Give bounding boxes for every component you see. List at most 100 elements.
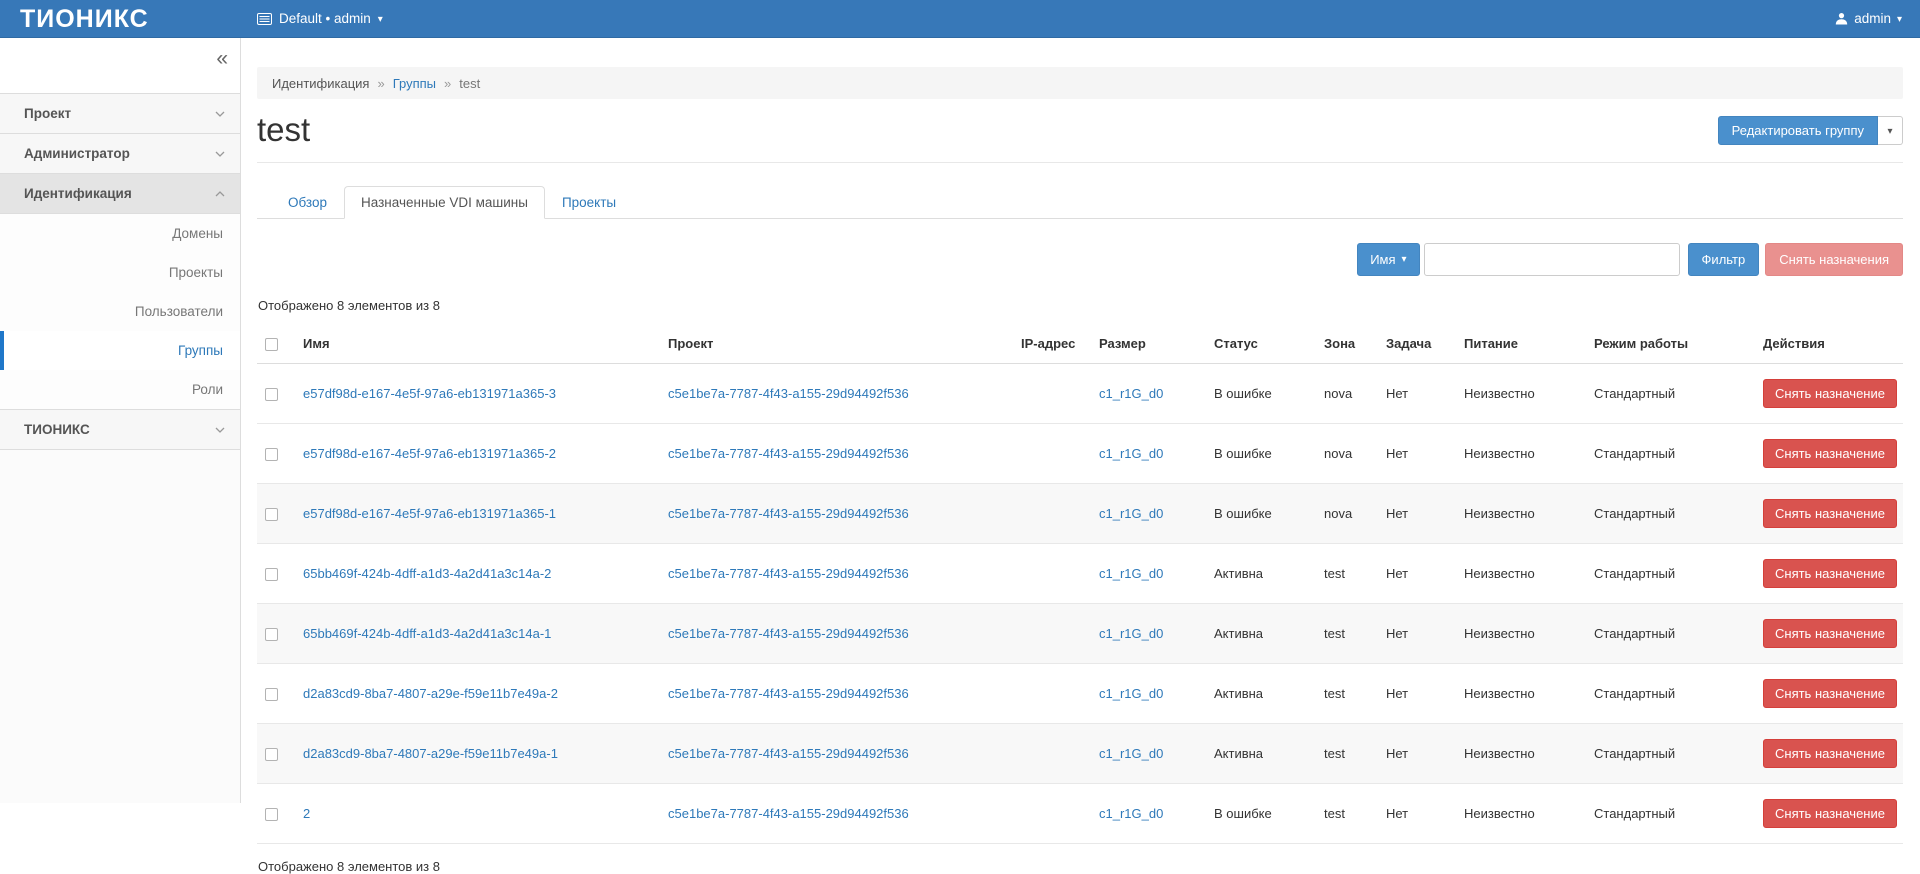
vm-name-link[interactable]: e57df98d-e167-4e5f-97a6-eb131971a365-1 — [303, 506, 556, 521]
size-link[interactable]: c1_r1G_d0 — [1099, 506, 1163, 521]
sidebar-item-domains[interactable]: Домены — [0, 214, 240, 253]
breadcrumb-item[interactable]: Группы — [393, 76, 436, 91]
sidebar-section-project[interactable]: Проект — [0, 94, 240, 134]
sidebar-item-groups[interactable]: Группы — [0, 331, 240, 370]
task-cell: Нет — [1378, 423, 1456, 483]
sidebar-nav: Проект АдминистраторИдентификацияДоменыПр… — [0, 94, 240, 450]
sidebar-item-roles[interactable]: Роли — [0, 370, 240, 409]
table-row: 65bb469f-424b-4dff-a1d3-4a2d41a3c14a-1 c5… — [257, 603, 1903, 663]
zone-cell: test — [1316, 663, 1378, 723]
vm-name-link[interactable]: d2a83cd9-8ba7-4807-a29e-f59e11b7e49a-1 — [303, 746, 558, 761]
filter-input[interactable] — [1424, 243, 1680, 276]
mode-cell: Стандартный — [1586, 723, 1755, 783]
sidebar-section-admin[interactable]: Администратор — [0, 134, 240, 174]
vm-name-link[interactable]: e57df98d-e167-4e5f-97a6-eb131971a365-3 — [303, 386, 556, 401]
project-link[interactable]: c5e1be7a-7787-4f43-a155-29d94492f536 — [668, 446, 909, 461]
unassign-button[interactable]: Снять назначение — [1763, 739, 1897, 768]
table-header-row: Имя Проект IP-адрес Размер Статус Зона З… — [257, 323, 1903, 364]
unassign-button[interactable]: Снять назначение — [1763, 379, 1897, 408]
size-link[interactable]: c1_r1G_d0 — [1099, 746, 1163, 761]
filter-field-dropdown[interactable]: Имя ▾ — [1357, 243, 1419, 276]
project-link[interactable]: c5e1be7a-7787-4f43-a155-29d94492f536 — [668, 506, 909, 521]
zone-cell: nova — [1316, 423, 1378, 483]
sidebar-item-projects[interactable]: Проекты — [0, 253, 240, 292]
unassign-button[interactable]: Снять назначение — [1763, 799, 1897, 828]
size-link[interactable]: c1_r1G_d0 — [1099, 386, 1163, 401]
chevron-down-icon: ▾ — [1887, 127, 1892, 137]
project-link[interactable]: c5e1be7a-7787-4f43-a155-29d94492f536 — [668, 806, 909, 821]
tab-vdi[interactable]: Назначенные VDI машины — [344, 186, 545, 219]
edit-group-button-group: Редактировать группу ▾ — [1718, 116, 1903, 145]
top-bar: ТИОНИКС Default • admin ▾ admin ▾ — [0, 0, 1920, 38]
chevron-down-icon: ▾ — [378, 15, 383, 25]
vm-name-link[interactable]: 65bb469f-424b-4dff-a1d3-4a2d41a3c14a-2 — [303, 566, 551, 581]
context-switcher[interactable]: Default • admin ▾ — [257, 11, 383, 26]
row-checkbox[interactable] — [265, 628, 278, 641]
vm-name-link[interactable]: e57df98d-e167-4e5f-97a6-eb131971a365-2 — [303, 446, 556, 461]
project-link[interactable]: c5e1be7a-7787-4f43-a155-29d94492f536 — [668, 686, 909, 701]
breadcrumb: Идентификация»Группы»test — [257, 67, 1903, 99]
user-label: admin — [1854, 11, 1891, 26]
filter-button[interactable]: Фильтр — [1688, 243, 1760, 276]
task-cell: Нет — [1378, 483, 1456, 543]
column-header-power: Питание — [1456, 323, 1586, 364]
row-checkbox[interactable] — [265, 688, 278, 701]
sidebar-section-identity[interactable]: Идентификация — [0, 174, 240, 214]
edit-group-button[interactable]: Редактировать группу — [1718, 116, 1878, 145]
vm-name-link[interactable]: 65bb469f-424b-4dff-a1d3-4a2d41a3c14a-1 — [303, 626, 551, 641]
unassign-button[interactable]: Снять назначение — [1763, 439, 1897, 468]
tab-overview[interactable]: Обзор — [271, 186, 344, 219]
sidebar-collapse-row: « — [0, 38, 240, 94]
mode-cell: Стандартный — [1586, 483, 1755, 543]
table-row: 2 c5e1be7a-7787-4f43-a155-29d94492f536 c1_… — [257, 783, 1903, 843]
vm-name-link[interactable]: d2a83cd9-8ba7-4807-a29e-f59e11b7e49a-2 — [303, 686, 558, 701]
size-link[interactable]: c1_r1G_d0 — [1099, 566, 1163, 581]
row-checkbox[interactable] — [265, 508, 278, 521]
project-link[interactable]: c5e1be7a-7787-4f43-a155-29d94492f536 — [668, 746, 909, 761]
row-checkbox[interactable] — [265, 808, 278, 821]
power-cell: Неизвестно — [1456, 663, 1586, 723]
project-link[interactable]: c5e1be7a-7787-4f43-a155-29d94492f536 — [668, 626, 909, 641]
size-link[interactable]: c1_r1G_d0 — [1099, 806, 1163, 821]
unassign-button[interactable]: Снять назначение — [1763, 559, 1897, 588]
breadcrumb-item: Идентификация — [272, 76, 369, 91]
select-all-checkbox[interactable] — [265, 338, 278, 351]
unassign-button[interactable]: Снять назначение — [1763, 499, 1897, 528]
table-row: e57df98d-e167-4e5f-97a6-eb131971a365-2 c5… — [257, 423, 1903, 483]
size-link[interactable]: c1_r1G_d0 — [1099, 446, 1163, 461]
row-checkbox[interactable] — [265, 568, 278, 581]
row-checkbox[interactable] — [265, 448, 278, 461]
user-menu[interactable]: admin ▾ — [1835, 11, 1902, 26]
items-count-bottom: Отображено 8 элементов из 8 — [257, 844, 1903, 874]
sidebar-section-label: Проект — [24, 106, 71, 121]
sidebar-section-tionix[interactable]: ТИОНИКС — [0, 410, 240, 450]
vm-name-link[interactable]: 2 — [303, 806, 310, 821]
tab-projects[interactable]: Проекты — [545, 186, 633, 219]
column-header-zone: Зона — [1316, 323, 1378, 364]
unassign-button[interactable]: Снять назначение — [1763, 679, 1897, 708]
sidebar-collapse-button[interactable]: « — [216, 48, 228, 69]
page-header: test Редактировать группу ▾ — [257, 110, 1903, 163]
row-checkbox[interactable] — [265, 748, 278, 761]
unassign-selected-button[interactable]: Снять назначения — [1765, 243, 1903, 276]
column-header-name: Имя — [295, 323, 660, 364]
unassign-button[interactable]: Снять назначение — [1763, 619, 1897, 648]
row-checkbox[interactable] — [265, 388, 278, 401]
power-cell: Неизвестно — [1456, 423, 1586, 483]
size-link[interactable]: c1_r1G_d0 — [1099, 686, 1163, 701]
status-cell: Активна — [1206, 603, 1316, 663]
chevron-down-icon: ▾ — [1402, 255, 1407, 265]
project-link[interactable]: c5e1be7a-7787-4f43-a155-29d94492f536 — [668, 566, 909, 581]
chevron-down-icon — [215, 111, 225, 117]
vdi-table-body: e57df98d-e167-4e5f-97a6-eb131971a365-3 c5… — [257, 363, 1903, 843]
ip-cell — [1013, 483, 1091, 543]
sidebar: « Проект АдминистраторИдентификацияДомены… — [0, 38, 241, 803]
power-cell: Неизвестно — [1456, 603, 1586, 663]
edit-group-dropdown-toggle[interactable]: ▾ — [1878, 116, 1903, 145]
task-cell: Нет — [1378, 663, 1456, 723]
mode-cell: Стандартный — [1586, 603, 1755, 663]
project-link[interactable]: c5e1be7a-7787-4f43-a155-29d94492f536 — [668, 386, 909, 401]
sidebar-item-users[interactable]: Пользователи — [0, 292, 240, 331]
size-link[interactable]: c1_r1G_d0 — [1099, 626, 1163, 641]
ip-cell — [1013, 603, 1091, 663]
